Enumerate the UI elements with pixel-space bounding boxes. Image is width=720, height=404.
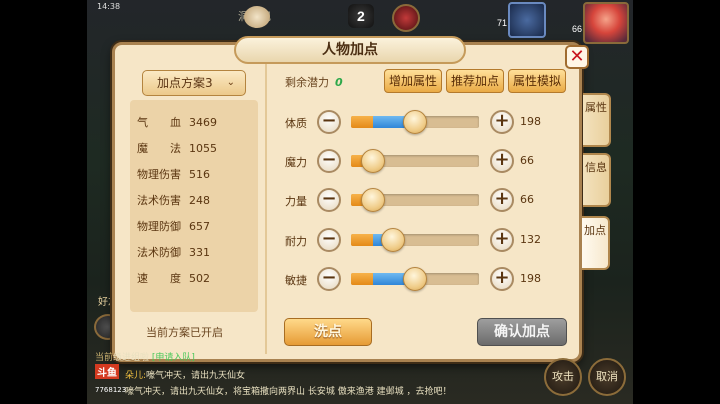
slider-knob-magic[interactable] <box>360 149 385 173</box>
stat-row-mag-def: 法术防御 331 <box>137 246 210 259</box>
tab-info[interactable]: 信息 <box>583 153 611 207</box>
plus-button-endurance[interactable]: + <box>490 228 514 252</box>
plan-selector-label: 加点方案3 <box>157 76 213 90</box>
add-attribute-button[interactable]: 增加属性 <box>384 69 442 93</box>
attr-value-magic: 66 <box>520 154 534 167</box>
panel-title: 人物加点 <box>234 36 466 64</box>
attr-label-magic: 魔力 <box>285 156 307 169</box>
tab-add-points[interactable]: 加点 <box>582 216 610 270</box>
plus-button-magic[interactable]: + <box>490 149 514 173</box>
slider-base-fill-constitution <box>351 116 373 128</box>
chat-line-3: 嚎气冲天，请出九天仙女，将宝箱撒向两界山 长安城 傲来渔港 建邺城 ，去抢吧！ <box>125 387 452 397</box>
plus-button-agility[interactable]: + <box>490 267 514 291</box>
stats-box: 气 血 3469 魔 法 1055 物理伤害 516 法术伤害 248 物理防御 657 … <box>130 100 258 312</box>
chat-line-1: 当前级进组啦 [申请入队] <box>95 353 195 363</box>
attr-value-constitution: 198 <box>520 115 541 128</box>
douyu-id: 7768123 <box>95 386 127 394</box>
minus-button-strength[interactable]: − <box>317 188 341 212</box>
douyu-logo: 斗鱼 <box>95 364 119 379</box>
stat-row-mp: 魔 法 1055 <box>137 142 217 155</box>
cancel-button[interactable]: 取消 <box>588 358 626 396</box>
slider-knob-strength[interactable] <box>360 188 385 212</box>
pet-level: 71 <box>497 18 508 28</box>
remaining-label: 剩余潜力 <box>285 76 329 89</box>
minus-button-magic[interactable]: − <box>317 149 341 173</box>
minus-button-constitution[interactable]: − <box>317 110 341 134</box>
letterbox-right <box>633 0 720 404</box>
stat-row-mag-atk: 法术伤害 248 <box>137 194 210 207</box>
minus-button-agility[interactable]: − <box>317 267 341 291</box>
player-number: 66 <box>572 24 583 34</box>
minus-button-endurance[interactable]: − <box>317 228 341 252</box>
stat-row-phys-def: 物理防御 657 <box>137 220 210 233</box>
remaining-value: 0 <box>335 76 343 89</box>
slider-knob-constitution[interactable] <box>403 110 427 134</box>
slider-track-endurance[interactable] <box>351 234 479 246</box>
plan-selector[interactable]: 加点方案3 ⌄ <box>142 70 246 96</box>
plus-button-constitution[interactable]: + <box>490 110 514 134</box>
plan-status: 当前方案已开启 <box>146 326 223 339</box>
attr-label-agility: 敏捷 <box>285 274 307 287</box>
letterbox-left <box>0 0 87 404</box>
attack-button[interactable]: 攻击 <box>544 358 582 396</box>
recommend-button[interactable]: 推荐加点 <box>446 69 504 93</box>
chevron-down-icon: ⌄ <box>226 77 235 88</box>
attr-label-strength: 力量 <box>285 195 307 208</box>
stat-row-phys-atk: 物理伤害 516 <box>137 168 210 181</box>
status-time: 14:38 <box>97 2 121 11</box>
confirm-button[interactable]: 确认加点 <box>477 318 567 346</box>
attr-label-constitution: 体质 <box>285 117 307 130</box>
simulate-button[interactable]: 属性模拟 <box>508 69 566 93</box>
pet-icon[interactable] <box>244 6 270 28</box>
chat-line-2: 朵儿:嚎气冲天，请出九天仙女 <box>125 371 246 381</box>
plus-button-strength[interactable]: + <box>490 188 514 212</box>
divider <box>265 64 267 354</box>
stats-column: 加点方案3 ⌄ 气 血 3469 魔 法 1055 物理伤害 516 法术伤害 248 … <box>122 64 266 354</box>
slider-knob-agility[interactable] <box>403 267 427 291</box>
slider-base-fill-endurance <box>351 234 373 246</box>
close-button[interactable]: ✕ <box>565 45 589 69</box>
wash-points-button[interactable]: 洗点 <box>284 318 372 346</box>
attr-value-strength: 66 <box>520 193 534 206</box>
attr-value-agility: 198 <box>520 272 541 285</box>
remaining-points: 剩余潜力 0 <box>285 74 343 90</box>
tab-attributes[interactable]: 属性 <box>583 93 611 147</box>
attr-label-endurance: 耐力 <box>285 235 307 248</box>
pet-portrait-icon[interactable] <box>508 2 546 38</box>
stat-row-speed: 速 度 502 <box>137 272 210 285</box>
level-badge: 2 <box>357 8 365 24</box>
avatar[interactable] <box>583 2 629 44</box>
emblem-icon[interactable] <box>392 4 420 32</box>
stat-row-hp: 气 血 3469 <box>137 116 217 129</box>
chat-panel[interactable]: 当前级进组啦 [申请入队] 斗鱼 7768123 朵儿:嚎气冲天，请出九天仙女 … <box>87 348 517 404</box>
slider-base-fill-agility <box>351 273 373 285</box>
attr-value-endurance: 132 <box>520 233 541 246</box>
close-icon: ✕ <box>569 46 585 67</box>
